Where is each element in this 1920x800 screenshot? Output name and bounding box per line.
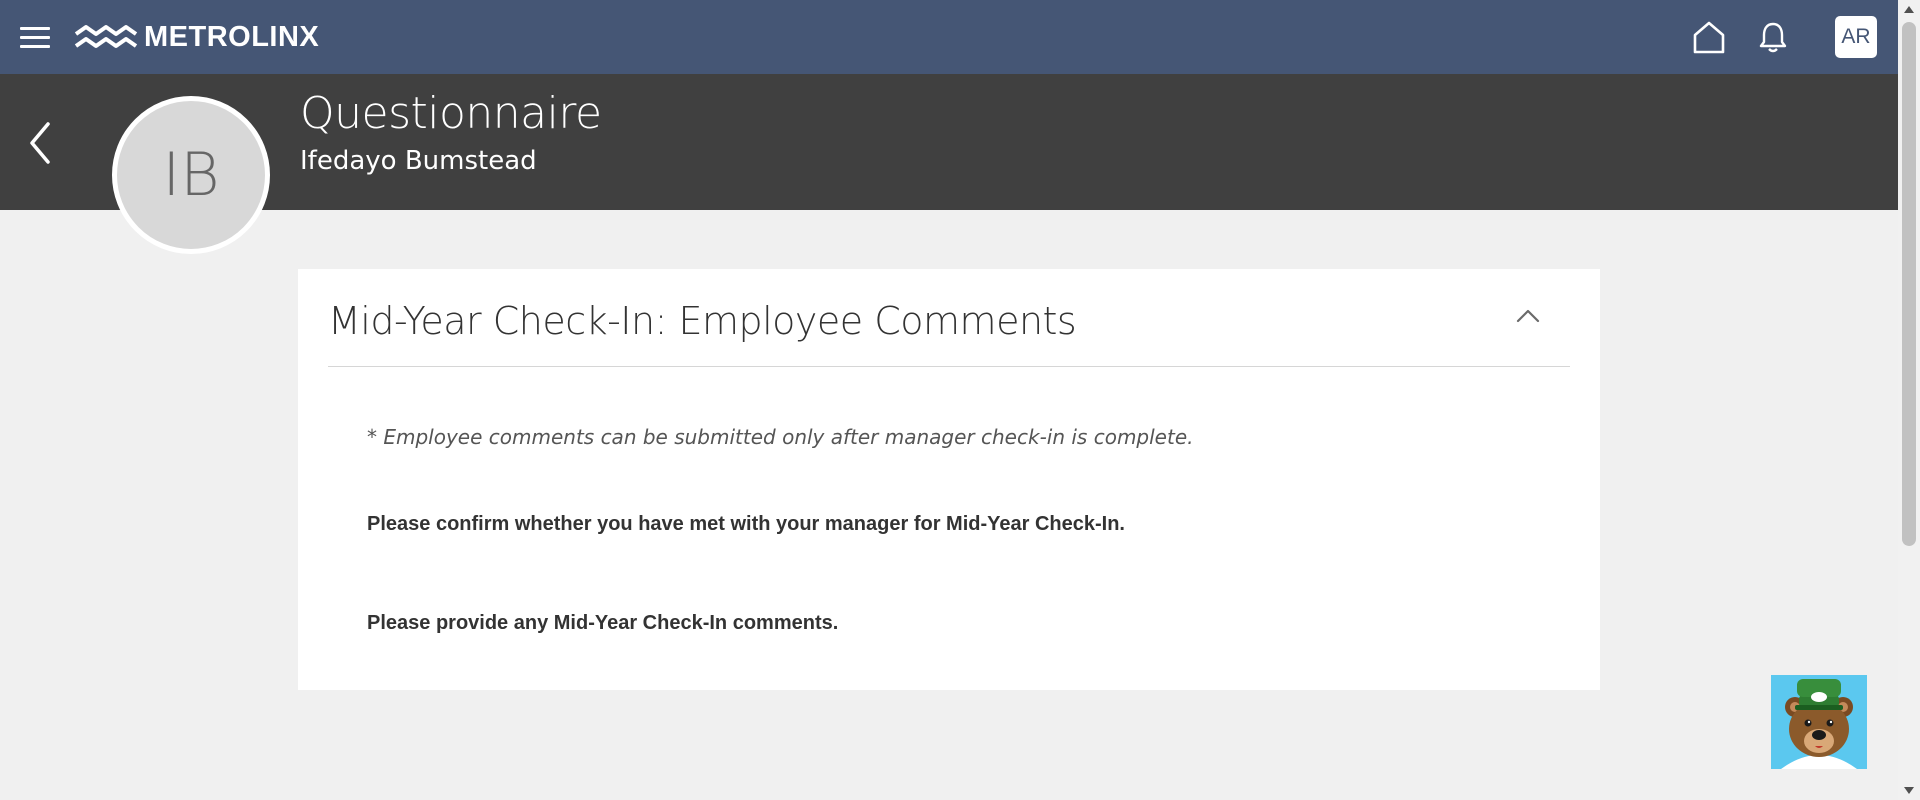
card-header[interactable]: Mid-Year Check-In: Employee Comments	[328, 269, 1570, 367]
section-title: Mid-Year Check-In: Employee Comments	[328, 299, 1077, 343]
bell-icon[interactable]	[1754, 18, 1792, 56]
question-meeting-confirmation: Please confirm whether you have met with…	[367, 513, 1125, 535]
submission-note: * Employee comments can be submitted onl…	[367, 425, 1194, 449]
employee-avatar: IB	[112, 96, 270, 254]
top-nav-bar: METROLINX AR	[0, 0, 1898, 74]
chat-mascot-button[interactable]	[1771, 675, 1867, 769]
brand-name: METROLINX	[144, 20, 320, 53]
bear-mascot-icon	[1781, 679, 1857, 769]
scroll-up-arrow-icon[interactable]	[1903, 4, 1915, 14]
question-checkin-comments: Please provide any Mid-Year Check-In com…	[367, 612, 839, 634]
scroll-down-arrow-icon[interactable]	[1903, 786, 1915, 796]
page-title: Questionnaire	[300, 88, 602, 139]
home-icon[interactable]	[1690, 18, 1728, 56]
page-scrollbar[interactable]	[1898, 0, 1920, 800]
questionnaire-card: Mid-Year Check-In: Employee Comments * E…	[298, 269, 1600, 690]
user-avatar-button[interactable]: AR	[1835, 16, 1877, 58]
employee-name: Ifedayo Bumstead	[300, 146, 537, 176]
chevron-left-icon[interactable]	[26, 118, 56, 168]
metrolinx-logo-mark-icon	[74, 25, 138, 48]
metrolinx-logo[interactable]: METROLINX	[74, 18, 319, 56]
chevron-up-icon[interactable]	[1514, 305, 1542, 327]
hamburger-menu-icon[interactable]	[20, 25, 50, 49]
page-header: IB Questionnaire Ifedayo Bumstead	[0, 74, 1898, 254]
scrollbar-thumb[interactable]	[1902, 22, 1916, 546]
